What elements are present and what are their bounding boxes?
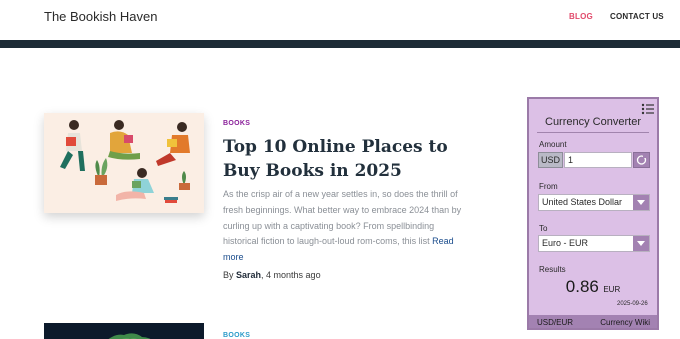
converter-footer: USD/EUR Currency Wiki — [529, 315, 657, 328]
header-divider-bar — [0, 40, 680, 48]
post-featured-image[interactable] — [44, 113, 204, 213]
result-value: 0.86 — [565, 277, 599, 296]
from-label: From — [539, 182, 558, 191]
second-post-category[interactable]: BOOKS — [223, 332, 250, 339]
from-currency-value: United States Dollar — [542, 197, 623, 207]
to-currency-value: Euro - EUR — [542, 238, 589, 248]
currency-wiki-link[interactable]: Currency Wiki — [600, 318, 650, 327]
author-link[interactable]: Sarah — [236, 270, 261, 280]
post-excerpt: As the crisp air of a new year settles i… — [223, 187, 463, 266]
nav-blog[interactable]: BLOG — [569, 12, 593, 21]
result-display: 0.86 EUR — [529, 277, 657, 297]
nav-contact-us[interactable]: CONTACT US — [610, 12, 664, 21]
chevron-down-icon — [637, 200, 645, 205]
post-excerpt-text: As the crisp air of a new year settles i… — [223, 189, 462, 247]
to-label: To — [539, 224, 548, 233]
refresh-button[interactable] — [633, 152, 650, 168]
to-dropdown-button[interactable] — [633, 236, 649, 251]
currency-converter-widget: Currency Converter Amount USD 1 From Uni… — [527, 97, 659, 330]
post-byline: By Sarah, 4 months ago — [223, 270, 321, 280]
refresh-icon — [636, 155, 647, 165]
amount-currency-code: USD — [538, 152, 563, 168]
byline-prefix: By — [223, 270, 237, 280]
amount-row: USD 1 — [538, 152, 650, 168]
from-dropdown-button[interactable] — [633, 195, 649, 210]
converter-divider — [537, 132, 649, 133]
list-menu-icon[interactable] — [641, 102, 655, 116]
reading-people-illustration — [44, 113, 204, 213]
result-unit: EUR — [603, 285, 621, 294]
site-header: The Bookish Haven BLOG CONTACT US — [0, 0, 680, 40]
site-title[interactable]: The Bookish Haven — [44, 9, 157, 24]
currency-pair-link[interactable]: USD/EUR — [537, 318, 573, 327]
chevron-down-icon — [637, 241, 645, 246]
rate-date: 2025-09-26 — [617, 301, 648, 307]
from-currency-select[interactable]: United States Dollar — [538, 194, 650, 211]
post-title[interactable]: Top 10 Online Places to Buy Books in 202… — [223, 135, 458, 183]
post-date: , 4 months ago — [261, 270, 321, 280]
converter-title: Currency Converter — [545, 116, 641, 128]
to-currency-select[interactable]: Euro - EUR — [538, 235, 650, 252]
second-post-illustration — [44, 323, 204, 339]
second-post-image[interactable] — [44, 323, 204, 339]
post-category[interactable]: BOOKS — [223, 120, 250, 127]
amount-label: Amount — [539, 140, 567, 149]
amount-input[interactable]: 1 — [564, 152, 632, 168]
results-label: Results — [539, 265, 566, 274]
